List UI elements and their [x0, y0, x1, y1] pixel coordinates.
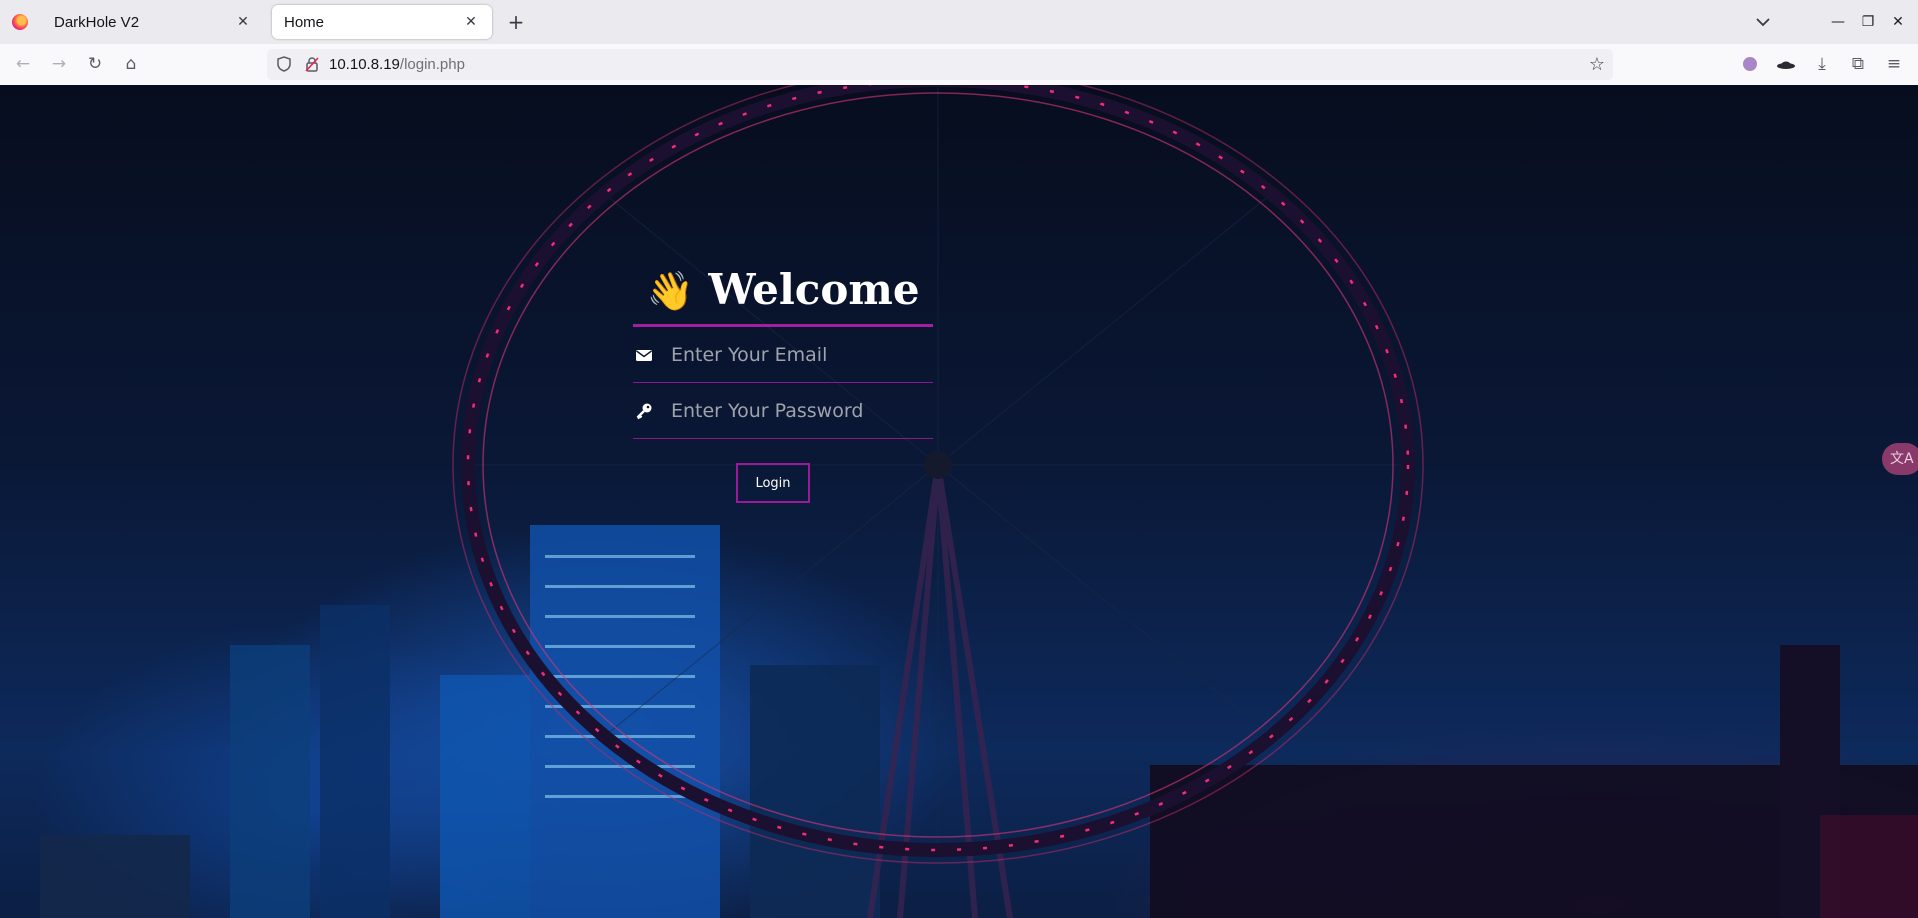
url-bar[interactable]: 10.10.8.19/login.php ☆	[267, 49, 1613, 80]
login-form: 👋 Welcome Login	[633, 265, 933, 503]
menu-hamburger-icon[interactable]: ≡	[1882, 52, 1906, 76]
login-button[interactable]: Login	[736, 463, 810, 503]
page-viewport: 👋 Welcome Login 文A	[0, 85, 1918, 918]
tab-label: DarkHole V2	[54, 13, 140, 31]
url-host: 10.10.8.19	[329, 56, 400, 73]
background-ferris-wheel-image	[40, 85, 1918, 918]
tab-home[interactable]: Home ✕	[272, 5, 492, 39]
purple-circle-icon	[1743, 57, 1757, 71]
url-text[interactable]: 10.10.8.19/login.php	[329, 56, 465, 73]
email-input[interactable]	[671, 343, 931, 366]
home-icon[interactable]: ⌂	[119, 52, 143, 76]
welcome-heading: 👋 Welcome	[633, 265, 933, 327]
extensions-puzzle-icon[interactable]: ⧉	[1846, 52, 1870, 76]
new-tab-button[interactable]: +	[504, 10, 528, 34]
bookmark-star-icon[interactable]: ☆	[1589, 54, 1605, 75]
tab-label: Home	[284, 13, 325, 31]
navigation-bar: ← → ↻ ⌂ 10.10.8.19/login.php ☆ ⤓ ⧉ ≡	[0, 44, 1918, 85]
shield-icon[interactable]	[275, 55, 293, 73]
browser-chrome: DarkHole V2 ✕ Home ✕ + — ❐ ✕ ← → ↻ ⌂ 10.…	[0, 0, 1918, 85]
back-arrow-icon[interactable]: ←	[11, 52, 35, 76]
url-path: /login.php	[399, 56, 465, 73]
close-icon[interactable]: ✕	[462, 14, 480, 30]
restore-button[interactable]: ❐	[1858, 12, 1878, 32]
firefox-icon[interactable]	[12, 14, 28, 30]
waving-hand-icon: 👋	[646, 268, 694, 313]
email-field	[633, 327, 933, 383]
button-row: Login	[613, 463, 933, 503]
hat-extension-icon[interactable]	[1774, 52, 1798, 76]
insecure-lock-icon[interactable]	[303, 55, 321, 73]
forward-arrow-icon[interactable]: →	[47, 52, 71, 76]
close-icon[interactable]: ✕	[234, 14, 252, 30]
translate-button[interactable]: 文A	[1882, 443, 1918, 475]
hat-icon	[1777, 61, 1795, 69]
envelope-icon	[636, 350, 652, 361]
password-field	[633, 383, 933, 439]
tab-strip: DarkHole V2 ✕ Home ✕ + — ❐ ✕	[0, 0, 1918, 44]
download-icon[interactable]: ⤓	[1810, 52, 1834, 76]
chevron-down-icon	[1756, 18, 1770, 27]
key-icon	[636, 403, 652, 420]
minimize-button[interactable]: —	[1828, 12, 1848, 32]
welcome-title-text: Welcome	[708, 265, 920, 314]
tab-list-button[interactable]	[1752, 12, 1774, 32]
window-close-button[interactable]: ✕	[1888, 12, 1908, 32]
password-input[interactable]	[671, 399, 931, 422]
tab-darkhole[interactable]: DarkHole V2 ✕	[42, 5, 264, 39]
reload-icon[interactable]: ↻	[83, 52, 107, 76]
extension-purple-icon[interactable]	[1738, 52, 1762, 76]
